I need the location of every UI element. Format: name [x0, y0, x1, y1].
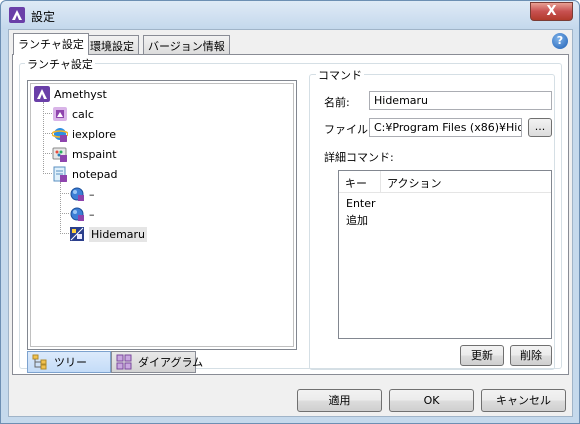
tree-node-label: –	[89, 207, 95, 221]
tree-node-label: Hidemaru	[89, 226, 148, 242]
tree-node-separator[interactable]: –	[69, 205, 95, 223]
calc-app-icon	[53, 107, 67, 121]
tree-node-mspaint[interactable]: mspaint	[52, 145, 117, 163]
tree-view-icon	[32, 354, 47, 370]
tree-node-label: notepad	[72, 167, 118, 181]
ie-app-icon	[52, 128, 68, 142]
cancel-button[interactable]: キャンセル	[481, 389, 566, 412]
launcher-settings-group-label: ランチャ設定	[25, 56, 95, 72]
paint-app-icon	[52, 147, 67, 162]
amethyst-app-icon	[34, 86, 50, 102]
ok-button[interactable]: OK	[389, 389, 474, 412]
tab-version-info[interactable]: バージョン情報	[143, 35, 230, 54]
tab-tree-view[interactable]: ツリー	[27, 351, 111, 373]
tree-node-label: –	[89, 187, 95, 201]
tree-node-label: calc	[72, 107, 94, 121]
update-button[interactable]: 更新	[460, 345, 504, 366]
tab-diagram-view[interactable]: ダイアグラム	[111, 351, 203, 373]
close-button[interactable]: X	[530, 2, 573, 21]
hidemaru-app-icon	[70, 227, 84, 241]
window-title: 設定	[31, 10, 56, 24]
file-label: ファイル:	[324, 123, 372, 136]
name-label: 名前:	[324, 96, 350, 109]
tab-tree-view-label: ツリー	[54, 356, 87, 369]
tree-node-label: iexplore	[72, 127, 116, 141]
detail-command-label: 詳細コマンド:	[324, 151, 394, 164]
launcher-settings-panel: ランチャ設定 Amethyst calc iexplore mspaint no…	[12, 54, 569, 375]
tree-node-iexplore[interactable]: iexplore	[52, 125, 116, 143]
tab-diagram-view-label: ダイアグラム	[138, 356, 204, 369]
detail-command-list[interactable]: キー アクション Enter 追加	[338, 170, 552, 339]
column-header-action[interactable]: アクション	[381, 171, 481, 193]
name-field[interactable]: Hidemaru	[369, 91, 552, 110]
settings-window: 設定 X ランチャ設定 環境設定 バージョン情報 ? ランチャ設定 Amethy…	[0, 0, 580, 424]
notepad-app-icon	[53, 166, 67, 182]
separator-icon	[70, 187, 84, 201]
launcher-tree-view[interactable]: Amethyst calc iexplore mspaint notepad –…	[27, 80, 297, 350]
apply-button[interactable]: 適用	[297, 389, 382, 412]
list-item[interactable]: Enter	[346, 197, 376, 210]
tree-node-separator[interactable]: –	[69, 185, 95, 203]
list-item[interactable]: 追加	[346, 212, 368, 228]
tree-node-root[interactable]: Amethyst	[34, 85, 107, 103]
help-icon[interactable]: ?	[552, 33, 568, 49]
title-bar[interactable]: 設定 X	[1, 1, 579, 29]
list-header: キー アクション	[339, 171, 551, 193]
tree-node-hidemaru[interactable]: Hidemaru	[69, 225, 148, 243]
tree-node-calc[interactable]: calc	[52, 105, 94, 123]
column-header-key[interactable]: キー	[339, 171, 381, 193]
tab-environment-settings[interactable]: 環境設定	[85, 35, 139, 54]
tree-node-notepad[interactable]: notepad	[52, 165, 118, 183]
separator-icon	[70, 207, 84, 221]
command-group-label: コマンド	[316, 67, 364, 83]
tab-launcher-settings[interactable]: ランチャ設定	[13, 33, 89, 55]
diagram-view-icon	[116, 354, 132, 370]
amethyst-app-icon	[9, 7, 25, 23]
browse-button[interactable]: ...	[528, 118, 552, 137]
delete-button[interactable]: 削除	[510, 345, 552, 366]
file-path-field[interactable]: C:¥Program Files (x86)¥Hide	[369, 118, 522, 137]
dialog-client-area: ランチャ設定 環境設定 バージョン情報 ? ランチャ設定 Amethyst ca…	[8, 29, 573, 417]
tree-node-label: mspaint	[72, 147, 117, 161]
tree-node-label: Amethyst	[54, 87, 107, 101]
command-group: コマンド 名前: Hidemaru ファイル: C:¥Program Files…	[309, 67, 555, 370]
